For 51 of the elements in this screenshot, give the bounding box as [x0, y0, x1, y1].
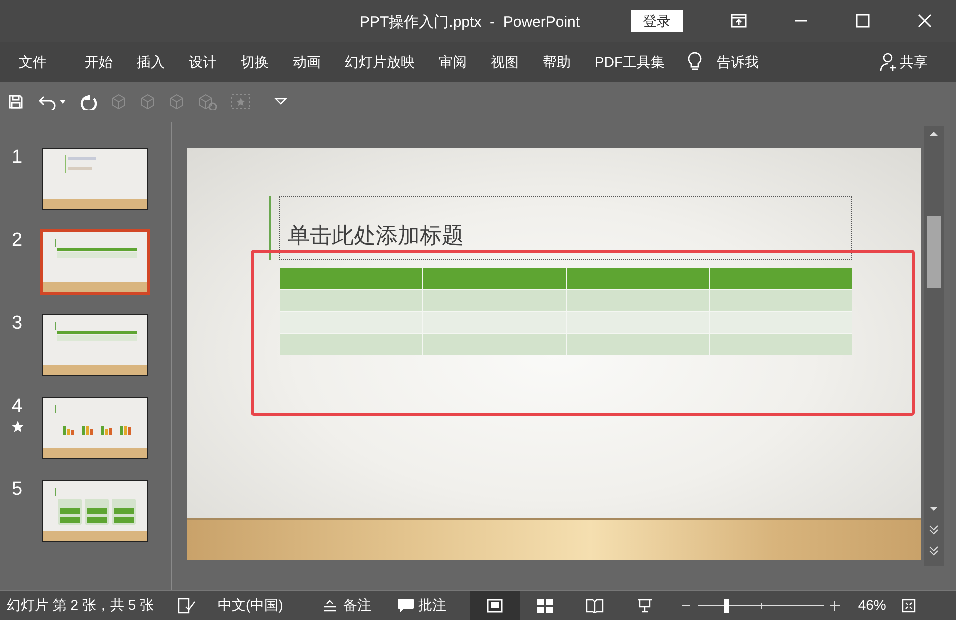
slide-number: 2: [12, 231, 23, 251]
language-label[interactable]: 中文(中国): [218, 595, 284, 616]
title-accent-line: [269, 196, 271, 260]
slide-number: 5: [12, 480, 23, 500]
ribbon-display-icon[interactable]: [731, 13, 747, 29]
book-icon: [586, 598, 604, 612]
lightbulb-icon: [687, 52, 703, 72]
ribbon-tab[interactable]: 切换: [229, 42, 281, 82]
ribbon-tab[interactable]: 设计: [177, 42, 229, 82]
ribbon-tab[interactable]: 帮助: [531, 42, 583, 82]
zoom-percent[interactable]: 46%: [858, 595, 886, 616]
normal-view-icon: [487, 598, 504, 612]
spell-check-icon[interactable]: [178, 598, 196, 614]
comments-button[interactable]: 批注: [397, 595, 446, 616]
undo-icon[interactable]: [37, 94, 57, 110]
title-text: 单击此处添加标题: [288, 225, 464, 247]
title-placeholder[interactable]: 单击此处添加标题: [279, 196, 852, 260]
caret-icon[interactable]: [59, 99, 67, 105]
maximize-icon[interactable]: [855, 13, 871, 29]
close-icon[interactable]: [917, 13, 933, 29]
notes-icon: [323, 600, 338, 612]
ribbon-tab[interactable]: 开始: [73, 42, 125, 82]
ribbon-tab[interactable]: 插入: [125, 42, 177, 82]
ribbon-tab[interactable]: 审阅: [427, 42, 479, 82]
view-button[interactable]: [470, 591, 520, 620]
ribbon-tab[interactable]: 视图: [479, 42, 531, 82]
share-button[interactable]: 共享: [880, 52, 928, 72]
slide-number: 1: [12, 148, 23, 168]
comment-icon: [397, 598, 416, 614]
presentation-icon: [637, 598, 654, 612]
slide-number: 3: [12, 314, 23, 334]
login-button[interactable]: 登录: [631, 10, 683, 32]
slide-info: 幻灯片 第 2 张，共 5 张: [7, 596, 154, 615]
slide-number: 4: [12, 397, 23, 417]
zoom-slider[interactable]: [698, 598, 824, 612]
notes-button[interactable]: 备注: [323, 595, 372, 616]
zoom-in-icon[interactable]: [830, 600, 840, 610]
ribbon-tab[interactable]: PDF工具集: [583, 42, 677, 82]
tell-me-button[interactable]: 告诉我: [717, 42, 759, 82]
window-title: PPT操作入门.pptx - PowerPoint: [360, 13, 580, 33]
person-add-icon: [880, 52, 898, 72]
redo-icon[interactable]: [80, 94, 98, 110]
zoom-thumb[interactable]: [724, 598, 730, 612]
fit-to-window-icon[interactable]: [902, 598, 916, 612]
star-frame-icon[interactable]: [231, 94, 251, 110]
ribbon-tab[interactable]: 幻灯片放映: [333, 42, 427, 82]
ribbon-tab[interactable]: 动画: [281, 42, 333, 82]
ribbon-tab[interactable]: 文件: [7, 42, 59, 82]
slide-sorter-icon: [537, 598, 554, 612]
vertical-scrollbar[interactable]: [924, 126, 944, 566]
save-icon[interactable]: [8, 94, 24, 110]
